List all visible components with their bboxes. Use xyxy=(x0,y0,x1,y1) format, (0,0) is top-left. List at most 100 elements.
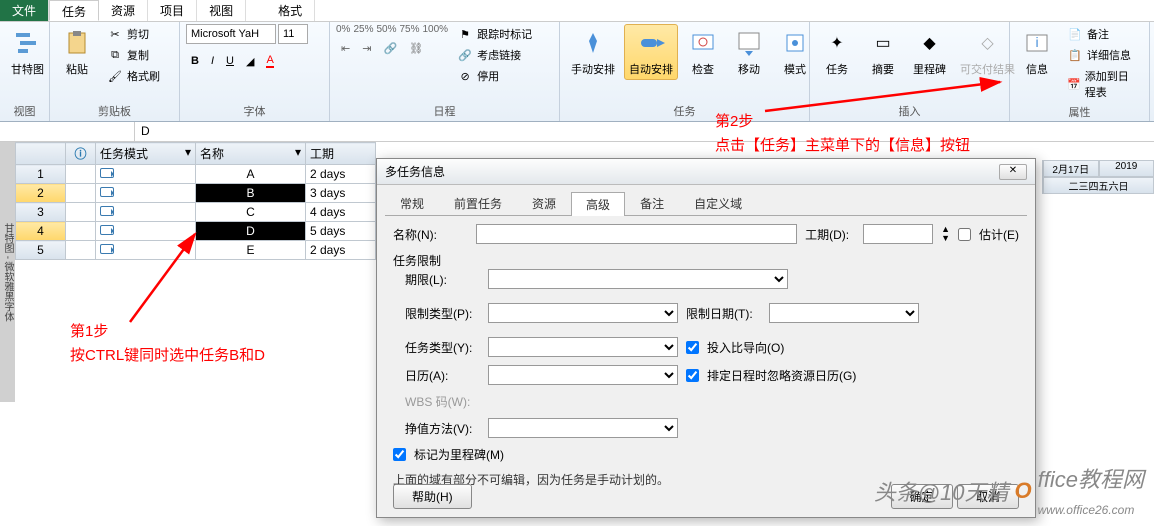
paste-icon xyxy=(61,27,93,59)
tab-predecessors[interactable]: 前置任务 xyxy=(439,191,517,215)
svg-text:i: i xyxy=(1035,34,1038,50)
group-font-label: 字体 xyxy=(186,101,323,119)
summary-button[interactable]: ▭摘要 xyxy=(862,24,904,80)
unlink-button[interactable]: ⛓ xyxy=(404,40,428,57)
font-color-icon: A xyxy=(266,54,273,68)
wbs-label: WBS 码(W): xyxy=(405,393,480,410)
deliverable-icon: ◇ xyxy=(972,27,1004,59)
task-limit-label: 任务限制 xyxy=(393,252,1019,269)
pin-icon xyxy=(577,27,609,59)
col-name[interactable]: 名称 ▾ xyxy=(196,143,306,165)
milestone-button[interactable]: ◆里程碑 xyxy=(908,24,951,80)
task-type-select[interactable] xyxy=(488,337,678,357)
cut-button[interactable]: ✂剪切 xyxy=(102,24,165,44)
paste-button[interactable]: 粘贴 xyxy=(56,24,98,80)
effort-driven-checkbox[interactable] xyxy=(686,341,699,354)
formula-bar: D xyxy=(0,122,1154,142)
tab-advanced[interactable]: 高级 xyxy=(571,192,625,216)
indent-button[interactable]: ⇥ xyxy=(357,40,376,57)
details-button[interactable]: 📋详细信息 xyxy=(1062,45,1143,65)
office-logo-icon: O xyxy=(1015,478,1032,504)
gantt-icon xyxy=(12,27,44,59)
help-button[interactable]: 帮助(H) xyxy=(393,484,472,509)
timeline-icon: 📅 xyxy=(1067,76,1081,92)
manual-task-icon xyxy=(100,206,114,216)
summary-icon: ▭ xyxy=(867,27,899,59)
tab-task[interactable]: 任务 xyxy=(49,0,99,21)
consider-link-button[interactable]: 🔗考虑链接 xyxy=(452,45,537,65)
tab-resources[interactable]: 资源 xyxy=(517,191,571,215)
formula-value[interactable]: D xyxy=(135,122,156,141)
insert-task-button[interactable]: ✦任务 xyxy=(816,24,858,80)
tab-custom[interactable]: 自定义域 xyxy=(679,191,757,215)
limit-type-select[interactable] xyxy=(488,303,678,323)
duration-input[interactable] xyxy=(863,224,933,244)
move-button[interactable]: 移动 xyxy=(728,24,770,80)
tab-format[interactable]: 格式 xyxy=(266,0,315,21)
outdent-button[interactable]: ⇤ xyxy=(336,40,355,57)
tab-general[interactable]: 常规 xyxy=(385,191,439,215)
format-painter-button[interactable]: 🖌格式刷 xyxy=(102,66,165,86)
gantt-button[interactable]: 甘特图 xyxy=(6,24,49,80)
font-name-input[interactable] xyxy=(186,24,276,44)
deactivate-button[interactable]: ⊘停用 xyxy=(452,66,537,86)
step2-title: 第2步 xyxy=(715,110,753,131)
tab-view[interactable]: 视图 xyxy=(197,0,246,21)
tab-file[interactable]: 文件 xyxy=(0,0,49,21)
col-duration[interactable]: 工期 xyxy=(306,143,376,165)
fill-color-button[interactable]: ◢ xyxy=(241,52,259,70)
dialog-close-button[interactable]: ✕ xyxy=(999,164,1027,180)
group-clipboard-label: 剪贴板 xyxy=(56,101,173,119)
auto-schedule-button[interactable]: 自动安排 xyxy=(624,24,678,80)
bold-button[interactable]: B xyxy=(186,52,204,70)
ignore-res-cal-checkbox[interactable] xyxy=(686,369,699,382)
col-info[interactable]: ⓘ xyxy=(66,143,96,165)
left-sidebar-label: 甘特图 - 微软雅黑字体 xyxy=(0,142,15,402)
name-input[interactable] xyxy=(476,224,797,244)
flag-icon: ⚑ xyxy=(457,26,473,42)
brush-icon: 🖌 xyxy=(107,68,123,84)
col-task-mode[interactable]: 任务模式 ▾ xyxy=(96,143,196,165)
add-timeline-button[interactable]: 📅添加到日程表 xyxy=(1062,66,1143,102)
milestone-icon: ◆ xyxy=(914,27,946,59)
manual-task-icon xyxy=(100,187,114,197)
duration-label: 工期(D): xyxy=(805,226,855,243)
group-schedule-label: 日程 xyxy=(336,101,553,119)
earned-value-select[interactable] xyxy=(488,418,678,438)
info-button[interactable]: i 信息 xyxy=(1016,24,1058,80)
mark-milestone-checkbox[interactable] xyxy=(393,448,406,461)
italic-button[interactable]: I xyxy=(206,52,219,70)
deadline-label: 期限(L): xyxy=(405,271,480,288)
estimate-checkbox[interactable] xyxy=(958,228,971,241)
copy-icon: ⧉ xyxy=(107,47,123,63)
auto-icon xyxy=(635,27,667,59)
limit-date-select[interactable] xyxy=(769,303,919,323)
manual-schedule-button[interactable]: 手动安排 xyxy=(566,24,620,80)
copy-button[interactable]: ⧉复制 xyxy=(102,45,165,65)
tab-project[interactable]: 项目 xyxy=(148,0,197,21)
info-header-icon: ⓘ xyxy=(74,147,86,161)
note-icon: 📄 xyxy=(1067,26,1083,42)
task-icon: ✦ xyxy=(821,27,853,59)
menu-tabs: 文件 任务 资源 项目 视图 格式 xyxy=(0,0,1154,22)
track-button[interactable]: ⚑跟踪时标记 xyxy=(452,24,537,44)
tab-notes[interactable]: 备注 xyxy=(625,191,679,215)
step1-arrow xyxy=(120,222,210,332)
bucket-icon: ◢ xyxy=(246,55,254,68)
table-row: 1A2 days xyxy=(16,165,376,184)
deadline-select[interactable] xyxy=(488,269,788,289)
inspect-button[interactable]: 检查 xyxy=(682,24,724,80)
font-size-input[interactable] xyxy=(278,24,308,44)
notes-button[interactable]: 📄备注 xyxy=(1062,24,1143,44)
limit-type-label: 限制类型(P): xyxy=(405,305,480,322)
underline-button[interactable]: U xyxy=(221,52,239,70)
font-color-button[interactable]: A xyxy=(261,52,278,70)
link-button[interactable]: 🔗 xyxy=(378,40,402,57)
name-label: 名称(N): xyxy=(393,226,468,243)
tab-resource[interactable]: 资源 xyxy=(99,0,148,21)
effort-driven-label: 投入比导向(O) xyxy=(707,339,784,356)
inspect-icon xyxy=(687,27,719,59)
duration-spinner[interactable]: ▲▼ xyxy=(941,225,950,243)
table-row: 3C4 days xyxy=(16,203,376,222)
calendar-select[interactable] xyxy=(488,365,678,385)
